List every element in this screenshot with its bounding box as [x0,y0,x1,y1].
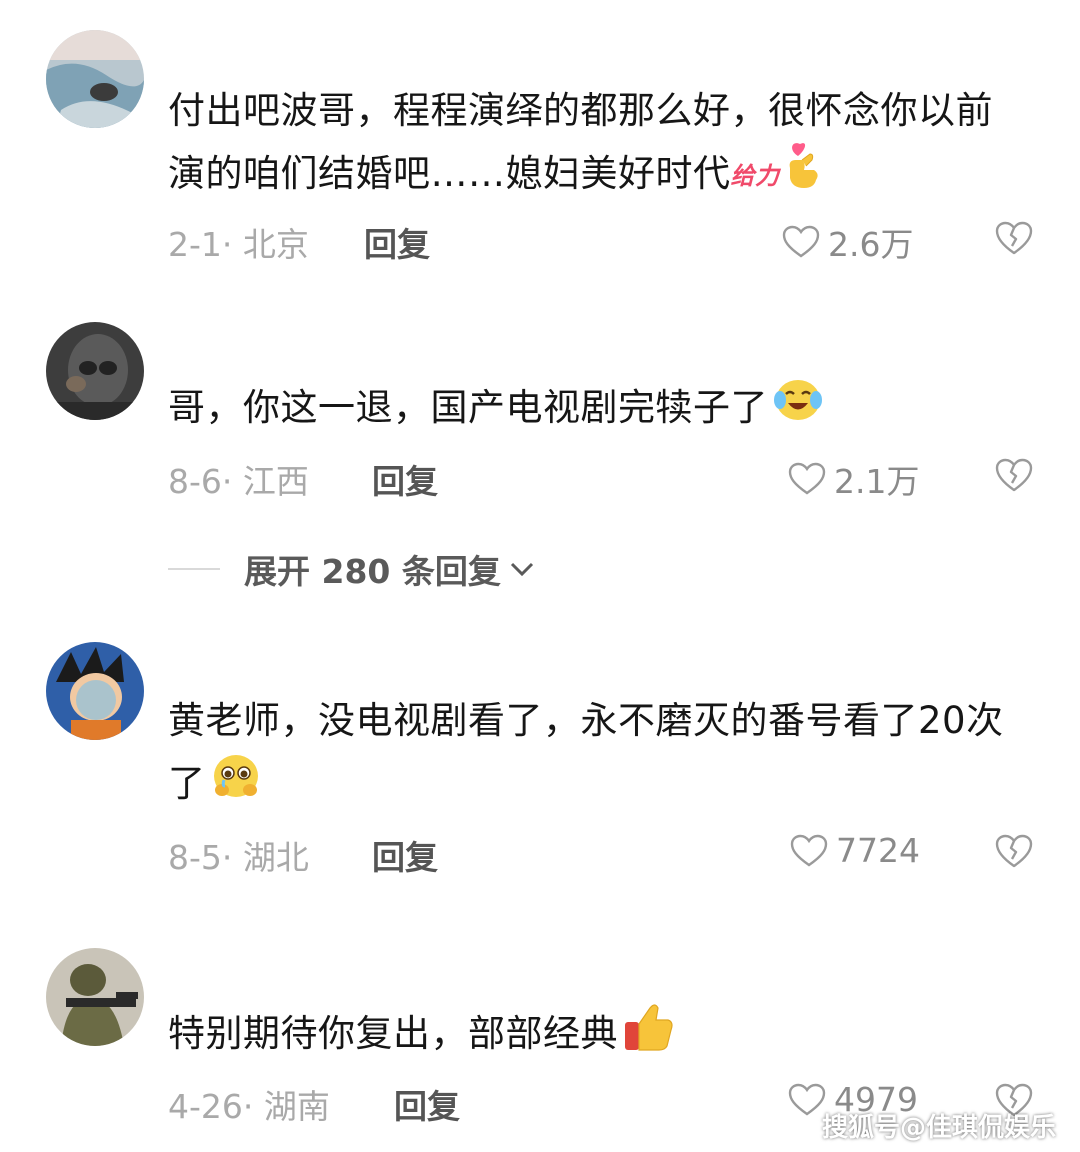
expand-replies-button[interactable]: 展开 280 条回复 [168,545,537,593]
comment-meta: 8-5· 湖北 [168,838,309,877]
comment-meta: 2-1· 北京 [168,225,309,264]
comment-meta: 8-6· 江西 [168,462,309,501]
heart-icon [788,462,826,495]
heart-icon [782,225,820,258]
dislike-button[interactable] [994,457,1034,497]
comment-text: 黄老师，没电视剧看了，永不磨灭的番号看了20次了 [168,690,1018,819]
comment-body: 特别期待你复出，部部经典 [168,1012,618,1055]
watermark: 搜狐号@佳琪侃娱乐 [821,1113,1056,1143]
broken-heart-icon [995,834,1033,868]
thumbs-up-icon [622,1000,674,1071]
like-button[interactable]: 2.1万 [788,455,919,503]
dislike-button[interactable] [994,220,1034,260]
broken-heart-icon [995,221,1033,255]
expand-label: 展开 280 条回复 [244,552,501,591]
sticker-icon: 给力 [730,161,780,190]
like-count: 7724 [836,831,920,870]
comment-text: 特别期待你复出，部部经典 [168,1000,1018,1071]
heart-icon [788,1083,826,1115]
like-button[interactable]: 2.6万 [782,218,913,266]
avatar[interactable] [46,322,144,420]
broken-heart-icon [995,458,1033,492]
avatar[interactable] [46,948,144,1046]
comment-meta: 4-26· 湖南 [168,1087,330,1126]
heart-icon [790,834,828,866]
laughing-crying-face-icon [772,376,824,443]
comment-body: 付出吧波哥，程程演绎的都那么好，很怀念你以前演的咱们结婚吧……媳妇美好时代 [168,89,993,195]
comment-text: 哥，你这一退，国产电视剧完犊子了 [168,376,1018,443]
chevron-down-icon [510,562,533,577]
comment-text: 付出吧波哥，程程演绎的都那么好，很怀念你以前演的咱们结婚吧……媳妇美好时代给力 [168,80,1018,209]
reply-button[interactable]: 回复 [372,831,438,879]
avatar[interactable] [46,30,144,128]
finger-heart-icon [784,142,822,209]
like-count: 2.6万 [828,225,914,264]
divider-line [168,568,220,570]
reply-button[interactable]: 回复 [372,455,438,503]
comment-body: 哥，你这一退，国产电视剧完犊子了 [168,386,768,429]
like-count: 2.1万 [834,462,920,501]
pleading-face-icon [210,752,262,819]
reply-button[interactable]: 回复 [364,218,430,266]
avatar[interactable] [46,642,144,740]
reply-button[interactable]: 回复 [394,1080,460,1128]
comment-body: 黄老师，没电视剧看了，永不磨灭的番号看了20次了 [168,699,1004,805]
dislike-button[interactable] [994,833,1034,873]
like-button[interactable]: 7724 [790,831,920,870]
